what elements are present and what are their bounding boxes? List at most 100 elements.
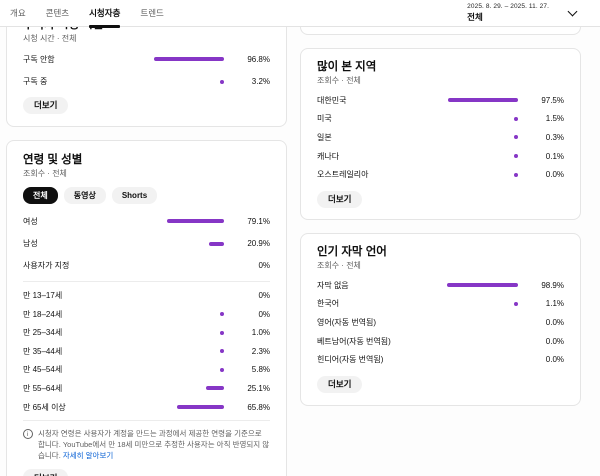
stat-label: 만 45–54세 [23, 364, 62, 375]
stat-bar-area [346, 98, 526, 102]
stat-label: 구독 중 [23, 76, 47, 87]
stat-value: 96.8% [232, 55, 270, 64]
date-range-text: 2025. 8. 29. – 2025. 11. 27. [467, 3, 549, 10]
stat-label: 일본 [317, 132, 332, 143]
stat-bar-area [38, 242, 232, 246]
stat-value: 98.9% [526, 281, 564, 290]
stat-row: 영어(자동 번역됨)0.0% [317, 313, 564, 332]
stat-value: 1.1% [526, 299, 564, 308]
stat-label: 캐나다 [317, 151, 339, 162]
stat-row: 자막 없음 98.9% [317, 276, 564, 295]
stat-bar-area [369, 173, 526, 177]
more-button[interactable]: 더보기 [317, 376, 362, 393]
content-type-chips: 전체 동영상 Shorts [23, 187, 270, 204]
card-title: 연령 및 성별 [23, 153, 270, 167]
info-icon [23, 429, 33, 439]
stat-label: 힌디어(자동 번역됨) [317, 354, 383, 365]
stat-label: 만 65세 이상 [23, 402, 66, 413]
stat-label: 영어(자동 번역됨) [317, 317, 376, 328]
stat-row: 베트남어(자동 번역됨) 0.0% [317, 332, 564, 351]
stat-bar-area [332, 135, 526, 139]
stat-label: 자막 없음 [317, 280, 349, 291]
tab-audience[interactable]: 시청자층 [89, 0, 120, 26]
stat-row: 오스트레일리아 0.0% [317, 165, 564, 184]
stat-value: 79.1% [232, 217, 270, 226]
stat-label: 사용자가 지정 [23, 260, 69, 271]
language-rows: 자막 없음98.9%한국어1.1%영어(자동 번역됨)0.0%베트남어(자동 번… [317, 276, 564, 369]
stat-value: 5.8% [232, 365, 270, 374]
stat-row: 여성79.1% [23, 210, 270, 232]
stat-dot [220, 312, 224, 316]
stat-value: 3.2% [232, 77, 270, 86]
stat-value: 0.0% [526, 170, 564, 179]
gender-rows: 여성79.1%남성20.9% 사용자가 지정 0% [23, 210, 270, 277]
chip-shorts[interactable]: Shorts [112, 187, 157, 204]
stat-dot [514, 135, 518, 139]
stat-value: 97.5% [526, 96, 564, 105]
stat-bar-area [38, 219, 232, 223]
card-subtitle-languages: 인기 자막 언어 조회수 · 전체 자막 없음98.9%한국어1.1%영어(자동… [300, 233, 581, 406]
stat-bar [177, 405, 224, 409]
stat-row: 구독 안함96.8% [23, 48, 270, 70]
stat-label: 만 13–17세 [23, 290, 62, 301]
age-rows: 만 13–17세0%만 18–24세0%만 25–34세1.0% 만 35–44세… [23, 286, 270, 416]
stat-row: 미국 1.5% [317, 110, 564, 129]
chip-videos[interactable]: 동영상 [64, 187, 106, 204]
more-button[interactable]: 더보기 [23, 97, 68, 114]
tab-overview[interactable]: 개요 [10, 0, 26, 26]
stat-row: 만 45–54세 5.8% [23, 361, 270, 380]
stat-dot [514, 154, 518, 158]
stat-bar [209, 242, 224, 246]
stat-label: 미국 [317, 113, 332, 124]
stat-dot [514, 302, 518, 306]
stat-bar [447, 283, 518, 287]
stat-row: 만 65세 이상65.8% [23, 398, 270, 417]
stat-label: 베트남어(자동 번역됨) [317, 336, 391, 347]
card-subtitle: 조회수 · 전체 [23, 169, 270, 179]
stat-value: 2.3% [232, 347, 270, 356]
stat-dot [220, 349, 224, 353]
card-top-regions: 많이 본 지역 조회수 · 전체 대한민국97.5%미국1.5%일본0.3%캐나… [300, 48, 581, 220]
stat-bar [154, 57, 224, 61]
chip-all[interactable]: 전체 [23, 187, 58, 204]
date-range-column: 2025. 8. 29. – 2025. 11. 27. 전체 [467, 3, 549, 23]
stat-row: 만 18–24세0% [23, 305, 270, 324]
stat-row: 사용자가 지정 0% [23, 255, 270, 277]
tab-content[interactable]: 콘텐츠 [46, 0, 69, 26]
tab-trends[interactable]: 트렌드 [140, 0, 163, 26]
more-button[interactable]: 더보기 [23, 469, 68, 476]
stat-dot [220, 80, 224, 84]
stat-value: 0.3% [526, 133, 564, 142]
stat-dot [514, 117, 518, 121]
stat-bar-area [62, 312, 232, 316]
stat-bar-area [62, 331, 232, 335]
date-range-picker[interactable]: 2025. 8. 29. – 2025. 11. 27. 전체 [467, 3, 576, 23]
stat-label: 남성 [23, 238, 38, 249]
stat-label: 오스트레일리아 [317, 169, 369, 180]
stat-bar-area [47, 80, 232, 84]
stat-value: 1.5% [526, 114, 564, 123]
stat-row: 만 13–17세0% [23, 286, 270, 305]
stat-row: 만 55–64세25.1% [23, 379, 270, 398]
stat-row: 만 25–34세1.0% [23, 323, 270, 342]
analytics-audience-page: 개요 콘텐츠 시청자층 트렌드 2025. 8. 29. – 2025. 11.… [0, 0, 600, 476]
learn-more-link[interactable]: 자세히 알아보기 [63, 451, 113, 460]
stat-dot [220, 331, 224, 335]
stat-dot [514, 173, 518, 177]
stat-bar-area [339, 302, 526, 306]
stat-value: 0.0% [526, 337, 564, 346]
stat-label: 만 35–44세 [23, 346, 62, 357]
card-title: 많이 본 지역 [317, 60, 564, 74]
stat-label: 만 25–34세 [23, 327, 62, 338]
stat-row: 남성20.9% [23, 232, 270, 254]
more-button[interactable]: 더보기 [317, 191, 362, 208]
date-filter-label: 전체 [467, 11, 483, 23]
stat-value: 0% [232, 261, 270, 270]
stat-bar-area [55, 57, 232, 61]
stat-bar-area [66, 405, 232, 409]
card-subtitle: 조회수 · 전체 [317, 261, 564, 271]
disclaimer-text: 시청자 연령은 사용자가 계정을 만드는 과정에서 제공한 연령을 기준으로 합… [38, 428, 270, 461]
card-subtitle: 조회수 · 전체 [317, 76, 564, 86]
stat-row: 일본 0.3% [317, 128, 564, 147]
chevron-down-icon [568, 7, 578, 17]
